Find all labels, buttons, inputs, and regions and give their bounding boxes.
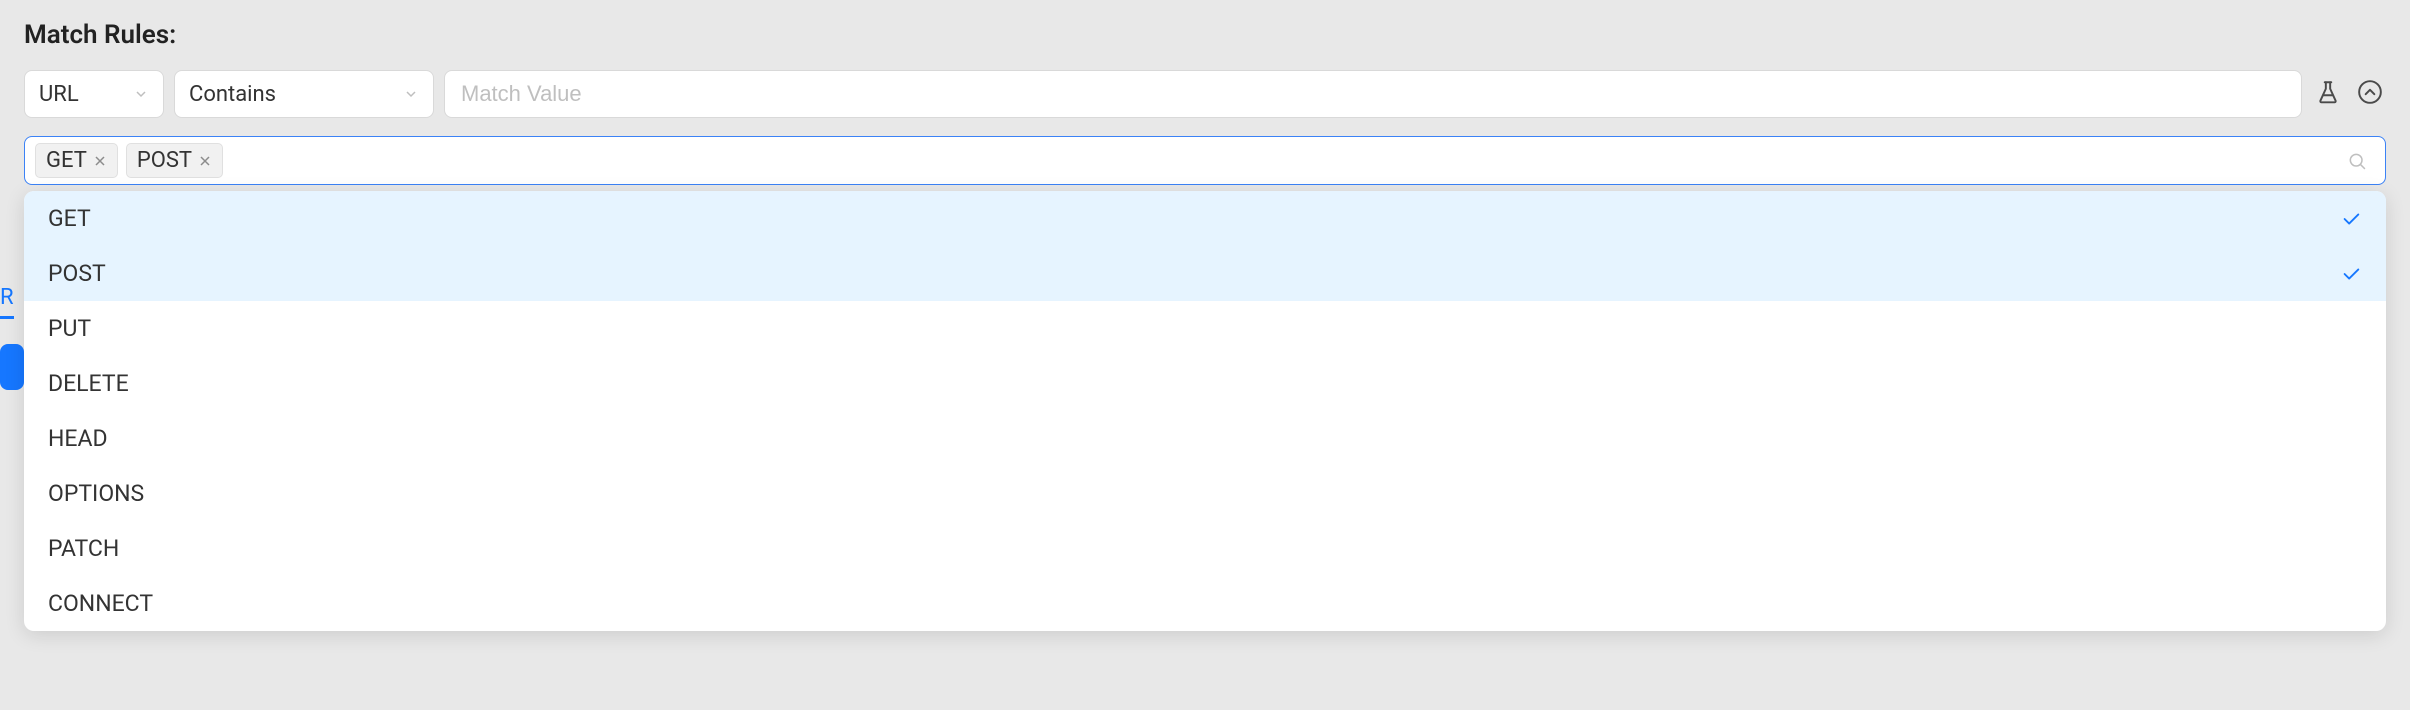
method-dropdown: GET POST PUT DELETE HEAD OPTIONS PATCH C…	[24, 191, 2386, 631]
operator-select[interactable]: Contains	[174, 70, 434, 118]
match-value-input[interactable]	[444, 70, 2302, 118]
side-peek-tab-label[interactable]: R	[0, 285, 14, 319]
dropdown-option-options[interactable]: OPTIONS	[24, 466, 2386, 521]
search-icon	[2347, 151, 2375, 171]
method-tag-label: POST	[137, 148, 192, 173]
check-icon	[2340, 208, 2362, 230]
chevron-up-circle-icon	[2357, 79, 2383, 109]
dropdown-option-head[interactable]: HEAD	[24, 411, 2386, 466]
close-icon[interactable]	[93, 154, 107, 168]
method-tag: GET	[35, 143, 118, 178]
side-peek-button[interactable]	[0, 344, 24, 390]
section-title: Match Rules:	[24, 20, 2386, 50]
test-button[interactable]	[2312, 78, 2344, 110]
dropdown-option-delete[interactable]: DELETE	[24, 356, 2386, 411]
chevron-down-icon	[133, 86, 149, 102]
collapse-button[interactable]	[2354, 78, 2386, 110]
dropdown-option-label: DELETE	[48, 370, 129, 397]
dropdown-option-label: PUT	[48, 315, 91, 342]
dropdown-option-label: POST	[48, 260, 106, 287]
side-peek: R	[0, 285, 24, 390]
chevron-down-icon	[403, 86, 419, 102]
check-icon	[2340, 263, 2362, 285]
dropdown-option-label: HEAD	[48, 425, 108, 452]
flask-icon	[2315, 79, 2341, 109]
field-select[interactable]: URL	[24, 70, 164, 118]
dropdown-option-patch[interactable]: PATCH	[24, 521, 2386, 576]
method-multi-select-container: GET POST GET POST PU	[24, 136, 2386, 185]
method-tag: POST	[126, 143, 223, 178]
dropdown-option-label: GET	[48, 205, 91, 232]
dropdown-option-put[interactable]: PUT	[24, 301, 2386, 356]
dropdown-option-connect[interactable]: CONNECT	[24, 576, 2386, 631]
dropdown-option-label: OPTIONS	[48, 480, 144, 507]
dropdown-option-get[interactable]: GET	[24, 191, 2386, 246]
dropdown-option-label: CONNECT	[48, 590, 153, 617]
operator-select-value: Contains	[189, 82, 403, 107]
close-icon[interactable]	[198, 154, 212, 168]
field-select-value: URL	[39, 82, 133, 107]
dropdown-option-label: PATCH	[48, 535, 119, 562]
method-tag-label: GET	[46, 148, 87, 173]
dropdown-option-post[interactable]: POST	[24, 246, 2386, 301]
filter-row: URL Contains	[24, 70, 2386, 118]
method-multi-select[interactable]: GET POST	[24, 136, 2386, 185]
